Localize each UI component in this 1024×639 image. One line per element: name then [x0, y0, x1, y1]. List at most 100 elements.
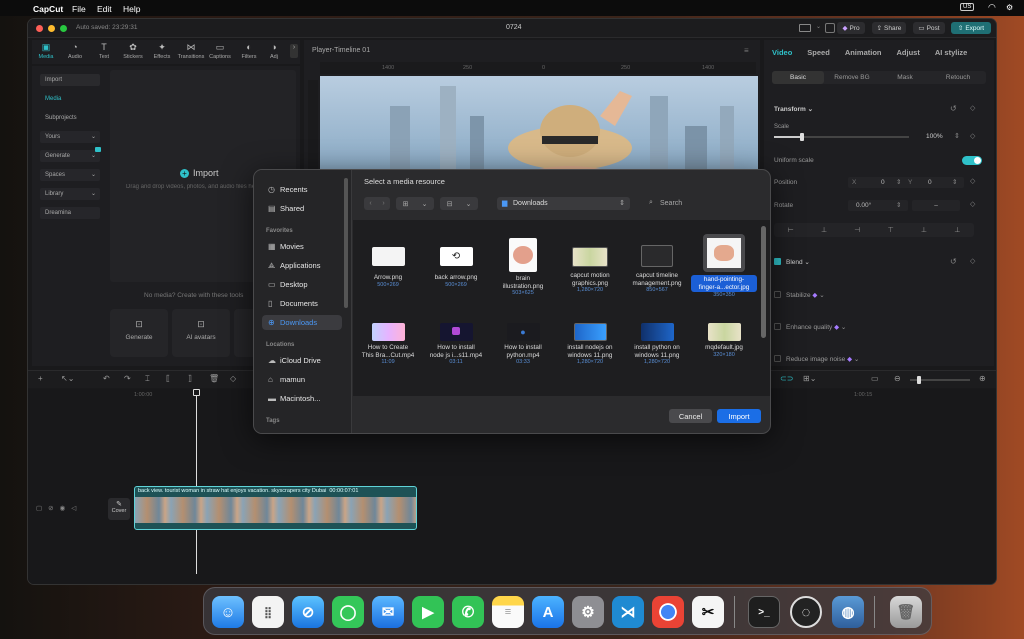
export-button[interactable]: ⇧ Export: [951, 22, 991, 34]
align-center-v-icon[interactable]: ⊥: [921, 226, 927, 234]
back-icon[interactable]: ‹: [369, 200, 371, 207]
redo-icon[interactable]: ↷: [124, 374, 131, 383]
nav-media[interactable]: Media: [40, 93, 100, 105]
app-store-icon[interactable]: A: [532, 596, 564, 628]
tab-video[interactable]: Video: [772, 48, 792, 57]
reset-icon[interactable]: ↺: [950, 257, 957, 266]
generate-card[interactable]: ⊡ Generate: [110, 309, 168, 357]
file-item[interactable]: mqdefault.jpg 320×180: [691, 323, 757, 359]
keyframe-icon[interactable]: ◇: [970, 104, 975, 112]
sidebar-item-downloads[interactable]: ⊕ Downloads: [262, 315, 342, 330]
grid-scrollbar[interactable]: [761, 226, 766, 338]
menu-file[interactable]: File: [72, 4, 86, 14]
zoom-window-button[interactable]: [60, 25, 67, 32]
mail-icon[interactable]: ✉: [372, 596, 404, 628]
align-center-h-icon[interactable]: ⊥: [821, 226, 827, 234]
subtab-mask[interactable]: Mask: [880, 74, 930, 81]
file-item[interactable]: install python on windows 11.png 1,280×7…: [624, 323, 690, 366]
align-bottom-icon[interactable]: ⊥: [954, 226, 960, 234]
chrome-icon[interactable]: [652, 596, 684, 628]
tab-speed[interactable]: Speed: [807, 48, 830, 57]
sidebar-item-recents[interactable]: ◷ Recents: [262, 182, 342, 197]
transform-header[interactable]: Transform ⌄: [774, 105, 813, 113]
nav-dreamina[interactable]: Dreamina: [40, 207, 100, 219]
reset-icon[interactable]: ↺: [950, 104, 957, 113]
tool-filters[interactable]: ◐ Filters: [235, 42, 263, 60]
file-item[interactable]: How to Create This Bra...Cut.mp4 11:09: [355, 323, 421, 366]
search-field[interactable]: ⌕ Search: [644, 197, 759, 210]
tab-adjust[interactable]: Adjust: [896, 48, 919, 57]
align-top-icon[interactable]: ⊤: [888, 226, 894, 234]
finder-icon[interactable]: ☺: [212, 596, 244, 628]
sidebar-item-documents[interactable]: ▯ Documents: [262, 296, 342, 311]
preview-axis-icon[interactable]: ▭: [871, 374, 879, 383]
video-clip[interactable]: back view. tourist woman in straw hat en…: [134, 486, 417, 530]
minimize-window-button[interactable]: [48, 25, 55, 32]
sidebar-item-home[interactable]: ⌂ mamun: [262, 372, 342, 387]
file-item[interactable]: capcut timeline management.png 850×567: [624, 238, 690, 294]
tool-text[interactable]: T Text: [90, 42, 118, 60]
file-item[interactable]: capcut motion graphics.png 1,280×720: [557, 238, 623, 294]
cancel-button[interactable]: Cancel: [669, 409, 712, 423]
toolbar-more-button[interactable]: ›: [290, 44, 298, 58]
keyboard-icon[interactable]: [825, 23, 835, 33]
obs-icon[interactable]: ◌: [790, 596, 822, 628]
launchpad-icon[interactable]: ⣿: [252, 596, 284, 628]
tool-media[interactable]: ▣ Media: [32, 42, 60, 60]
menu-icon[interactable]: ≡: [744, 46, 749, 55]
input-source-indicator[interactable]: US: [960, 3, 975, 11]
keyframe-icon[interactable]: ◇: [970, 200, 975, 208]
file-item-selected[interactable]: hand-pointing- finger-a...ector.jpg 350×…: [691, 234, 757, 299]
subtab-basic[interactable]: Basic: [772, 71, 824, 84]
sidebar-item-applications[interactable]: ⟁ Applications: [262, 258, 342, 273]
zoom-out-icon[interactable]: ⊖: [894, 374, 901, 383]
facetime-icon[interactable]: ▶: [412, 596, 444, 628]
nav-yours[interactable]: Yours ⌄: [40, 131, 100, 143]
select-tool-icon[interactable]: ↖⌄: [61, 374, 74, 383]
position-y-field[interactable]: Y 0 ⇕: [904, 177, 964, 188]
sidebar-scrollbar[interactable]: [344, 178, 348, 308]
tool-audio[interactable]: ◔ Audio: [61, 42, 89, 60]
forward-icon[interactable]: ›: [382, 200, 384, 207]
import-button[interactable]: Import: [717, 409, 761, 423]
uniform-scale-toggle[interactable]: [962, 156, 982, 165]
wifi-icon[interactable]: ◠: [988, 2, 996, 13]
phone-icon[interactable]: ✆: [452, 596, 484, 628]
keyframe-icon[interactable]: ◇: [970, 257, 975, 265]
location-popup[interactable]: ▆ Downloads ⇕: [497, 197, 630, 210]
messages-icon[interactable]: ◯: [332, 596, 364, 628]
reduce-noise-checkbox[interactable]: [774, 355, 781, 362]
tool-adjust[interactable]: ◑ Adj: [264, 42, 284, 60]
split-right-icon[interactable]: ⟧: [188, 374, 192, 383]
tab-animation[interactable]: Animation: [845, 48, 882, 57]
nav-subprojects[interactable]: Subprojects: [40, 112, 100, 124]
stabilize-label[interactable]: Stabilize ◆ ⌄: [786, 291, 825, 299]
position-x-field[interactable]: X 0 ⇕: [848, 177, 908, 188]
notes-icon[interactable]: ≡: [492, 596, 524, 628]
close-window-button[interactable]: [36, 25, 43, 32]
view-mode-button[interactable]: ⊞ ⌄: [396, 197, 434, 210]
subtab-retouch[interactable]: Retouch: [930, 74, 986, 81]
rotate-preset-field[interactable]: –: [912, 200, 960, 211]
blend-checkbox[interactable]: [774, 258, 781, 265]
safari-icon[interactable]: ⊘: [292, 596, 324, 628]
ratio-icon[interactable]: ⊞⌄: [803, 374, 816, 383]
playhead-handle[interactable]: [193, 389, 200, 396]
sidebar-item-desktop[interactable]: ▭ Desktop: [262, 277, 342, 292]
chevron-down-icon[interactable]: ⌄: [816, 23, 821, 30]
menu-app-name[interactable]: CapCut: [33, 4, 63, 14]
subtab-remove-bg[interactable]: Remove BG: [824, 74, 880, 81]
trash-icon[interactable]: 🗑: [890, 596, 922, 628]
menu-edit[interactable]: Edit: [97, 4, 112, 14]
tool-captions[interactable]: ▭ Captions: [206, 42, 234, 60]
terminal-icon[interactable]: >_: [748, 596, 780, 628]
delete-icon[interactable]: 🗑: [209, 374, 219, 383]
playhead[interactable]: [196, 389, 197, 574]
zoom-slider-handle[interactable]: [917, 376, 921, 384]
stabilize-checkbox[interactable]: [774, 291, 781, 298]
sidebar-item-movies[interactable]: ▦ Movies: [262, 239, 342, 254]
tool-transitions[interactable]: ⋈ Transitions: [177, 42, 205, 60]
tab-ai-stylize[interactable]: AI stylize: [935, 48, 968, 57]
zoom-in-icon[interactable]: ⊕: [979, 374, 986, 383]
nav-spaces[interactable]: Spaces ⌄: [40, 169, 100, 181]
